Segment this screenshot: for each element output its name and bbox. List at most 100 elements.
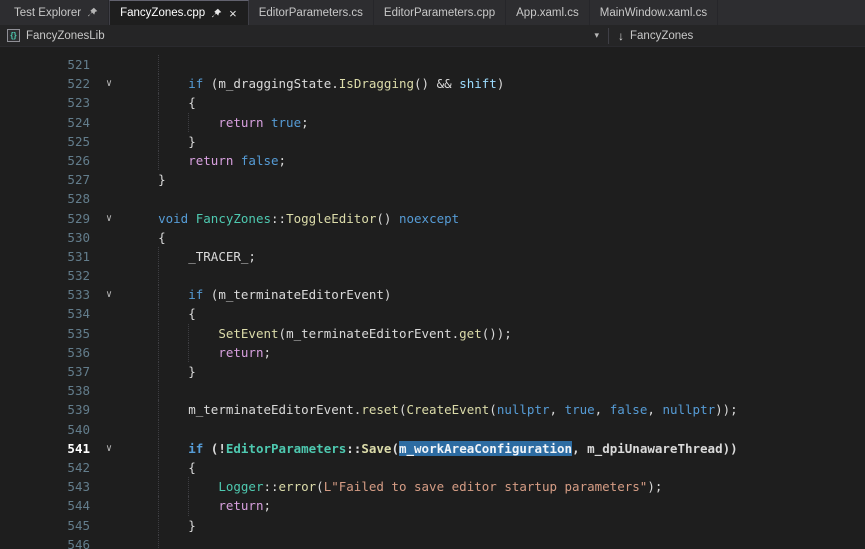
line-number: 524 [0,113,90,132]
code-line[interactable]: { [128,93,865,112]
line-number: 535 [0,324,90,343]
pin-icon[interactable] [87,7,98,18]
line-number: 543 [0,477,90,496]
code-line[interactable] [128,189,865,208]
line-number: 538 [0,381,90,400]
code-line[interactable]: return false; [128,151,865,170]
code-line[interactable]: { [128,458,865,477]
code-row: 545 } [0,516,865,535]
indent-guide [158,266,159,285]
code-line[interactable] [128,420,865,439]
line-number: 523 [0,93,90,112]
tab-editorparameters-cpp[interactable]: EditorParameters.cpp [374,0,506,25]
code-line[interactable]: if (m_draggingState.IsDragging() && shif… [128,74,865,93]
fold-margin [90,496,128,515]
line-number: 533 [0,285,90,304]
tab-fancyzones-cpp[interactable]: FancyZones.cpp × [109,0,249,25]
code-line[interactable]: void FancyZones::ToggleEditor() noexcept [128,209,865,228]
code-line[interactable]: SetEvent(m_terminateEditorEvent.get()); [128,324,865,343]
line-number: 530 [0,228,90,247]
member-dropdown[interactable]: ↓ FancyZones [609,29,693,43]
fold-margin [90,381,128,400]
code-line[interactable]: m_terminateEditorEvent.reset(CreateEvent… [128,400,865,419]
code-line[interactable]: { [128,228,865,247]
project-dropdown[interactable]: {} FancyZonesLib ▾ [0,29,608,42]
indent-guide [158,381,159,400]
indent-guide [158,113,159,132]
fold-margin [90,228,128,247]
fold-margin [90,343,128,362]
line-number: 540 [0,420,90,439]
code-line[interactable] [128,55,865,74]
indent-guide [158,496,159,515]
fold-margin [90,477,128,496]
close-icon[interactable]: × [228,7,238,20]
code-line[interactable]: _TRACER_; [128,247,865,266]
code-line[interactable]: Logger::error(L"Failed to save editor st… [128,477,865,496]
line-number: 527 [0,170,90,189]
indent-guide [188,496,189,515]
member-name: FancyZones [630,30,693,42]
code-line[interactable] [128,381,865,400]
indent-guide [188,343,189,362]
code-row: 526 return false; [0,151,865,170]
code-line[interactable]: } [128,516,865,535]
line-number: 526 [0,151,90,170]
line-number: 536 [0,343,90,362]
indent-guide [158,477,159,496]
line-number: 545 [0,516,90,535]
indent-guide [158,247,159,266]
indent-guide [188,324,189,343]
code-editor[interactable]: 521522∨ if (m_draggingState.IsDragging()… [0,47,865,549]
tab-label: App.xaml.cs [516,7,579,19]
indent-guide [158,362,159,381]
indent-guide [158,285,159,304]
line-number: 537 [0,362,90,381]
tab-editorparameters-cs[interactable]: EditorParameters.cs [249,0,374,25]
tab-label: EditorParameters.cpp [384,7,495,19]
fold-margin [90,266,128,285]
fold-collapse-icon[interactable]: ∨ [90,439,128,458]
code-line[interactable]: return true; [128,113,865,132]
fold-margin [90,151,128,170]
line-number: 542 [0,458,90,477]
code-row: 532 [0,266,865,285]
code-line[interactable]: { [128,304,865,323]
fold-margin [90,324,128,343]
code-navigation-bar: {} FancyZonesLib ▾ ↓ FancyZones [0,25,865,47]
code-row: 540 [0,420,865,439]
indent-guide [188,113,189,132]
code-line[interactable]: if (m_terminateEditorEvent) [128,285,865,304]
code-line[interactable]: return; [128,496,865,515]
chevron-down-icon[interactable]: ▾ [594,30,608,41]
code-line[interactable]: if (!EditorParameters::Save(m_workAreaCo… [128,439,865,458]
code-row: 528 [0,189,865,208]
line-number: 532 [0,266,90,285]
tab-app-xaml-cs[interactable]: App.xaml.cs [506,0,590,25]
tab-mainwindow-xaml-cs[interactable]: MainWindow.xaml.cs [590,0,718,25]
pin-icon[interactable] [211,8,222,19]
code-row: 522∨ if (m_draggingState.IsDragging() &&… [0,74,865,93]
indent-guide [158,93,159,112]
code-line[interactable]: return; [128,343,865,362]
tab-label: Test Explorer [14,7,81,19]
tab-label: FancyZones.cpp [120,7,205,19]
fold-collapse-icon[interactable]: ∨ [90,285,128,304]
indent-guide [158,516,159,535]
fold-margin [90,362,128,381]
code-row: 538 [0,381,865,400]
code-line[interactable] [128,535,865,549]
code-line[interactable]: } [128,170,865,189]
code-row: 546 [0,535,865,549]
fold-collapse-icon[interactable]: ∨ [90,74,128,93]
indent-guide [158,439,159,458]
code-row: 531 _TRACER_; [0,247,865,266]
code-line[interactable]: } [128,362,865,381]
fold-collapse-icon[interactable]: ∨ [90,209,128,228]
code-line[interactable] [128,266,865,285]
code-line[interactable]: } [128,132,865,151]
tab-test-explorer[interactable]: Test Explorer [4,0,109,25]
code-row: 534 { [0,304,865,323]
line-number: 521 [0,55,90,74]
code-row: 541∨ if (!EditorParameters::Save(m_workA… [0,439,865,458]
